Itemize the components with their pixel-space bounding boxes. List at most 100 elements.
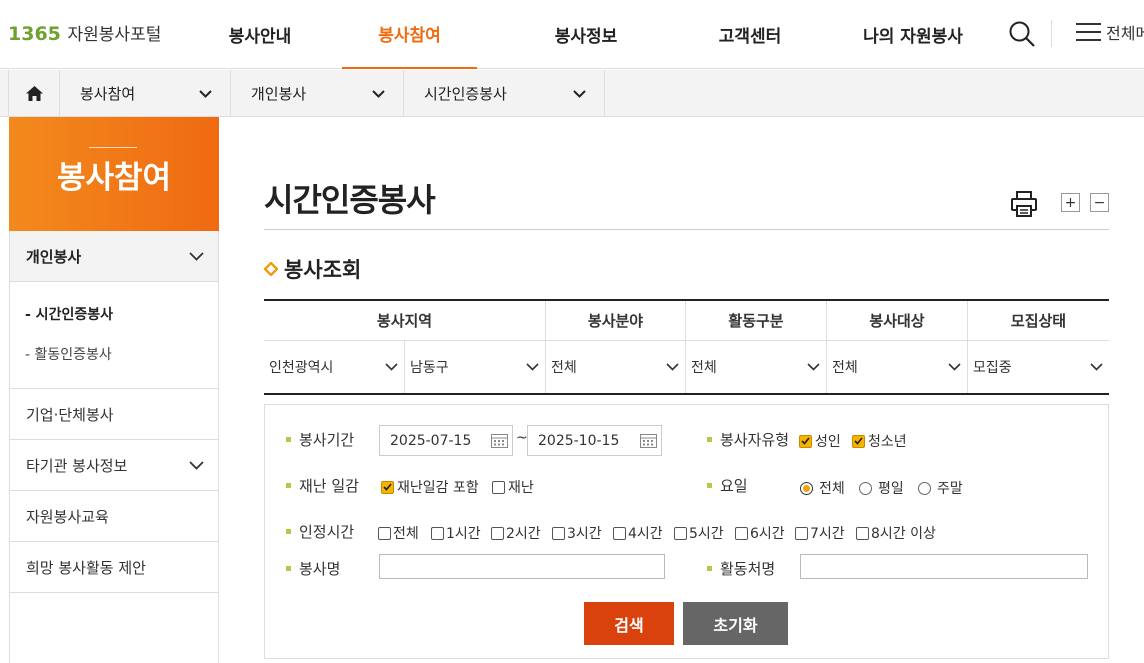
hours-all-checkbox[interactable]: 전체 [378,523,419,543]
select-value: 전체 [691,360,717,376]
field-select[interactable]: 전체 [546,341,686,393]
type-youth-checkbox[interactable]: 청소년 [852,431,907,451]
hours-5-checkbox[interactable]: 5시간 [674,523,724,543]
checkbox-box[interactable] [852,434,865,448]
all-menu-button[interactable]: 전체메뉴 [1076,20,1144,44]
sidebar-item-other-agencies[interactable]: 타기관 봉사정보 [10,440,218,491]
checkbox-label: 5시간 [689,526,724,542]
calendar-icon[interactable] [491,433,508,448]
hours-label-text: 인정시간 [299,523,355,541]
radio-label: 평일 [878,481,904,497]
type-adult-checkbox[interactable]: 성인 [799,431,841,451]
checkbox-box[interactable] [381,480,394,494]
bullet-dot [707,566,712,571]
page-title: 시간인증봉사 [264,181,436,219]
sidebar-item-education[interactable]: 자원봉사교육 [10,491,218,542]
disaster-include-checkbox[interactable]: 재난일감 포함 [381,477,479,497]
nav-my-volunteer[interactable]: 나의 자원봉사 [848,0,978,69]
date-to-value: 2025-10-15 [538,432,620,449]
checkbox-box[interactable] [378,526,391,540]
date-from-input[interactable]: 2025-07-15 [379,425,513,456]
hours-1-checkbox[interactable]: 1시간 [431,523,481,543]
checkbox-box[interactable] [491,526,504,540]
search-icon[interactable] [1008,20,1036,52]
nav-service-participation[interactable]: 봉사참여 [342,0,477,69]
checkbox-box[interactable] [613,526,626,540]
hours-2-checkbox[interactable]: 2시간 [491,523,541,543]
period-label: 봉사기간 [286,429,354,450]
bullet-dot [286,483,291,488]
activity-select[interactable]: 전체 [686,341,827,393]
calendar-icon[interactable] [640,433,657,448]
day-all-radio[interactable]: 전체 [800,478,845,498]
service-name-input[interactable] [379,554,665,579]
site-logo[interactable]: 1365 자원봉사포털 [8,20,161,45]
zoom-out-button[interactable]: − [1090,193,1109,212]
sidebar-item-corporate[interactable]: 기업·단체봉사 [10,389,218,440]
sidebar-item-personal[interactable]: 개인봉사 [10,231,218,282]
site-header: 1365 자원봉사포털 봉사안내 봉사참여 봉사정보 고객센터 나의 자원봉사 … [0,0,1144,69]
checkbox-box[interactable] [674,526,687,540]
region-district-select[interactable]: 남동구 [405,341,546,393]
checkbox-label: 4시간 [628,526,663,542]
place-name-label-text: 활동처명 [720,560,776,578]
hamburger-icon [1076,23,1101,41]
header-divider [1051,20,1052,47]
hours-6-checkbox[interactable]: 6시간 [735,523,785,543]
status-select[interactable]: 모집중 [968,341,1109,393]
nav-service-guide[interactable]: 봉사안내 [200,0,320,69]
print-icon[interactable] [1010,190,1038,222]
radio-circle[interactable] [859,481,872,495]
place-name-input[interactable] [800,554,1088,579]
sidebar-item-suggestion[interactable]: 희망 봉사활동 제안 [10,542,218,593]
sidebar-item-label: 기업·단체봉사 [26,405,114,424]
diamond-bullet-icon [264,262,278,276]
region-city-select[interactable]: 인천광역시 [264,341,405,393]
checkbox-box[interactable] [735,526,748,540]
day-weekday-radio[interactable]: 평일 [859,478,904,498]
radio-circle[interactable] [918,481,931,495]
disaster-label-text: 재난 일감 [299,477,359,495]
hours-8plus-checkbox[interactable]: 8시간 이상 [856,523,936,543]
hours-4-checkbox[interactable]: 4시간 [613,523,663,543]
filter-header-activity: 활동구분 [686,301,827,340]
hours-3-checkbox[interactable]: 3시간 [552,523,602,543]
checkbox-box[interactable] [795,526,808,540]
radio-label: 주말 [937,481,963,497]
target-select[interactable]: 전체 [827,341,968,393]
chevron-down-icon [189,251,204,261]
filter-header-region: 봉사지역 [264,301,546,340]
radio-circle[interactable] [800,481,813,495]
checkbox-label: 재난 [508,480,534,496]
breadcrumb-level-2[interactable]: 개인봉사 [231,70,404,117]
breadcrumb-level-3[interactable]: 시간인증봉사 [404,70,605,117]
chevron-down-icon [807,363,820,371]
date-to-input[interactable]: 2025-10-15 [527,425,662,456]
checkbox-label: 3시간 [567,526,602,542]
home-button[interactable] [8,70,60,117]
checkbox-box[interactable] [856,526,869,540]
checkbox-box[interactable] [799,434,812,448]
nav-service-info[interactable]: 봉사정보 [526,0,646,69]
search-button[interactable]: 검색 [584,602,674,645]
checkbox-label: 2시간 [506,526,541,542]
bullet-dot [286,566,291,571]
checkbox-label: 6시간 [750,526,785,542]
breadcrumb: 봉사참여 개인봉사 시간인증봉사 [0,70,1144,117]
sidebar-subitem-activity-cert[interactable]: - 활동인증봉사 [25,334,218,374]
disaster-only-checkbox[interactable]: 재난 [492,477,534,497]
hours-7-checkbox[interactable]: 7시간 [795,523,845,543]
breadcrumb-level-1[interactable]: 봉사참여 [60,70,231,117]
chevron-down-icon [948,363,961,371]
zoom-in-button[interactable]: + [1061,193,1080,212]
sidebar-subitem-time-cert[interactable]: - 시간인증봉사 [25,294,218,334]
reset-button[interactable]: 초기화 [683,602,788,645]
checkbox-box[interactable] [552,526,565,540]
checkbox-box[interactable] [492,480,505,494]
nav-customer-center[interactable]: 고객센터 [690,0,810,69]
checkbox-label: 8시간 이상 [871,526,936,542]
checkbox-box[interactable] [431,526,444,540]
day-weekend-radio[interactable]: 주말 [918,478,963,498]
bullet-dot [286,437,291,442]
period-label-text: 봉사기간 [299,431,355,449]
